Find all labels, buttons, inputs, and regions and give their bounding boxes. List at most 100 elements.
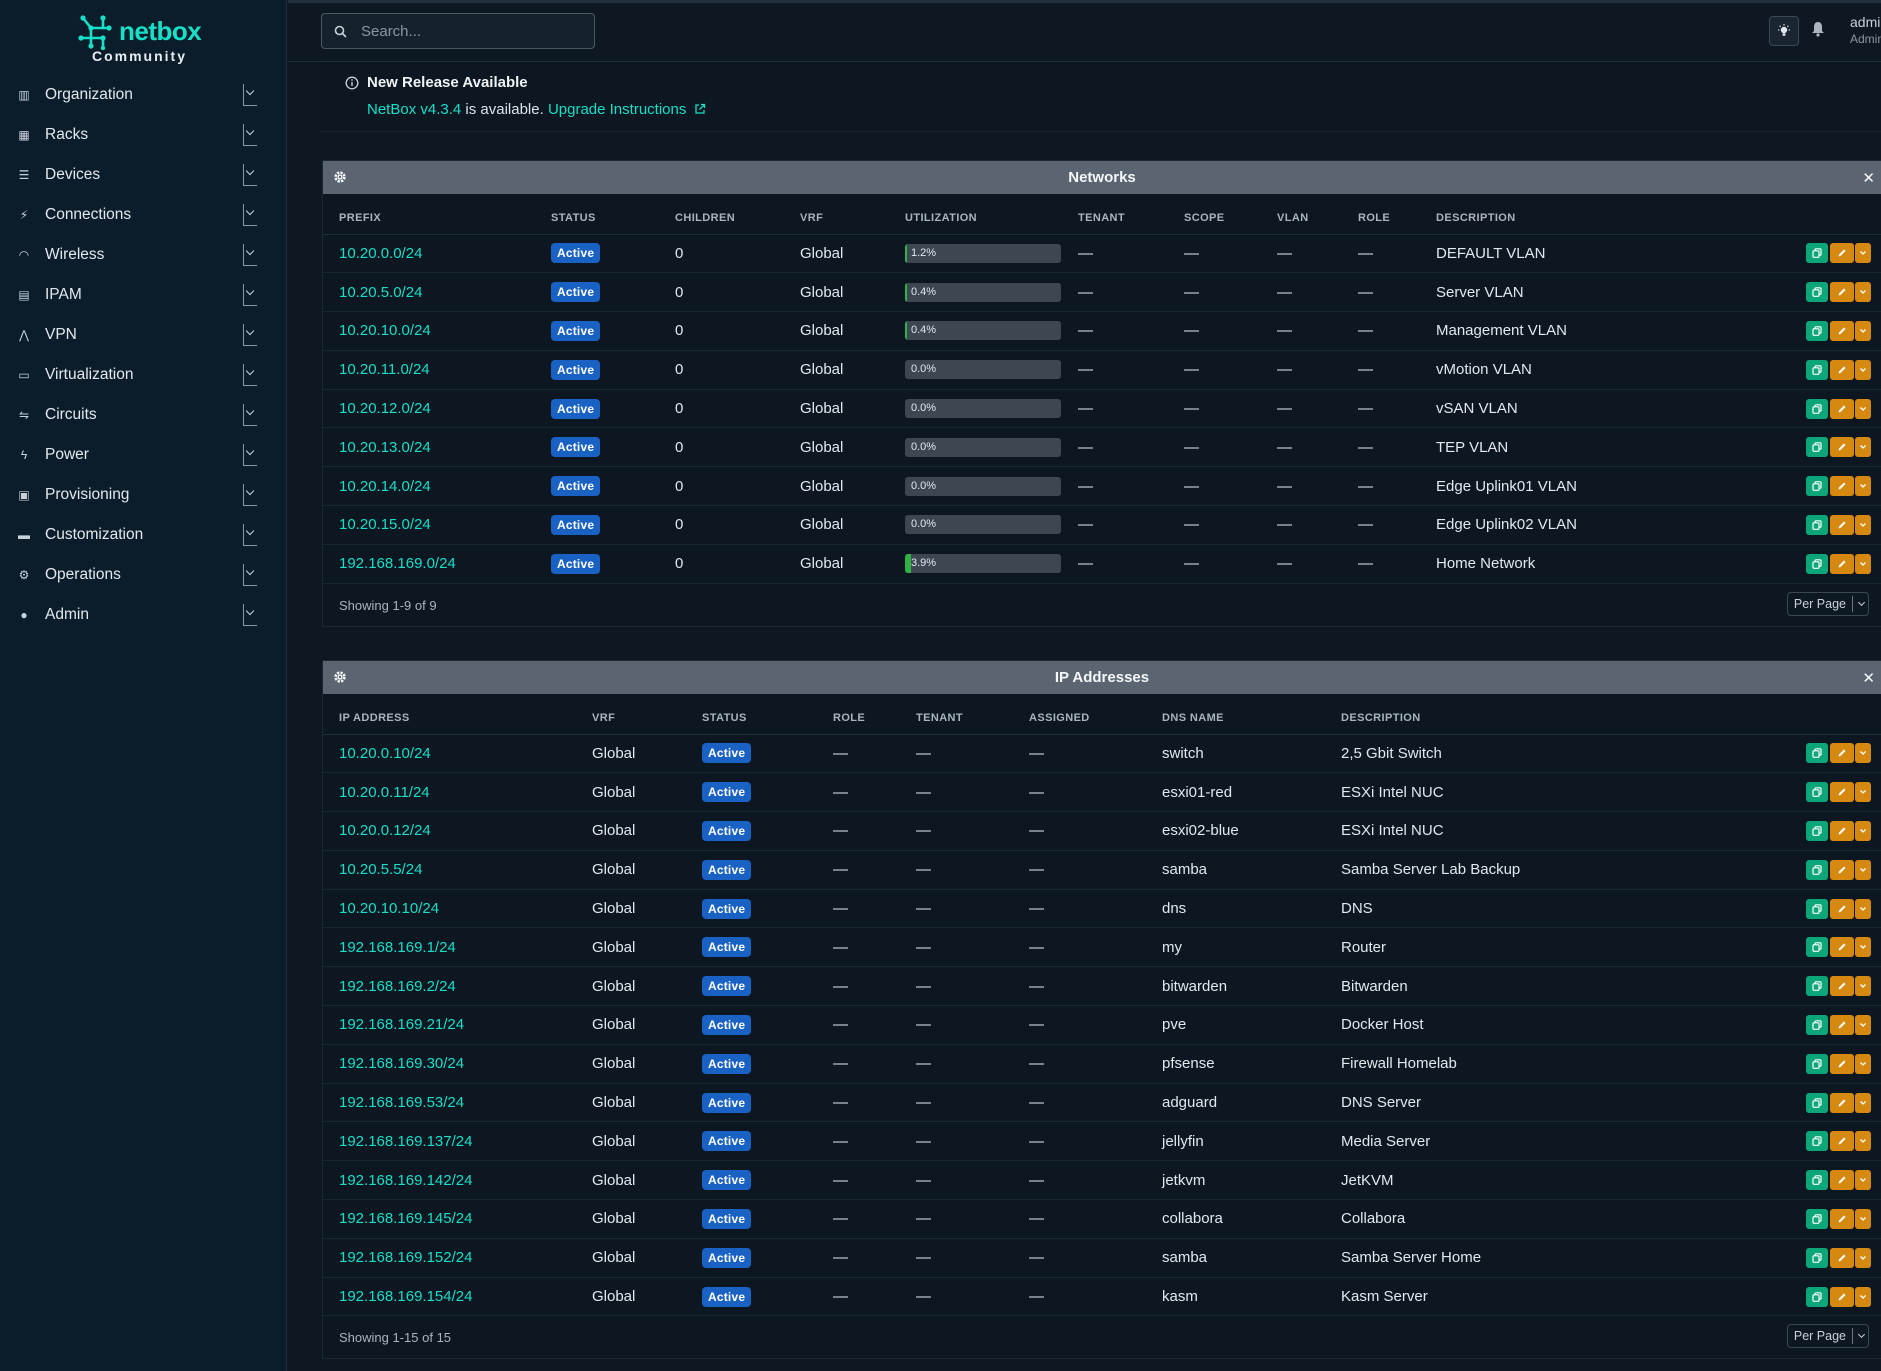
copy-button[interactable] <box>1806 282 1828 303</box>
sidebar-item-customization[interactable]: ▬ Customization <box>0 515 287 555</box>
edit-button[interactable] <box>1830 437 1854 458</box>
ip-address-link[interactable]: 192.168.169.1/24 <box>339 939 456 956</box>
notifications-bell-icon[interactable] <box>1811 21 1825 37</box>
sidebar-item-ipam[interactable]: ▤ IPAM <box>0 275 287 315</box>
ip-address-link[interactable]: 192.168.169.53/24 <box>339 1094 464 1111</box>
edit-button[interactable] <box>1830 282 1854 303</box>
ip-address-link[interactable]: 192.168.169.30/24 <box>339 1055 464 1072</box>
ip-address-link[interactable]: 10.20.0.10/24 <box>339 745 431 762</box>
more-actions-button[interactable] <box>1855 243 1871 264</box>
ip-address-link[interactable]: 192.168.169.137/24 <box>339 1133 472 1150</box>
copy-button[interactable] <box>1806 437 1828 458</box>
more-actions-button[interactable] <box>1855 1286 1871 1307</box>
more-actions-button[interactable] <box>1855 398 1871 419</box>
more-actions-button[interactable] <box>1855 820 1871 841</box>
ip-address-link[interactable]: 10.20.0.12/24 <box>339 822 431 839</box>
sidebar-item-vpn[interactable]: ⋀ VPN <box>0 315 287 355</box>
column-header-role[interactable]: ROLE <box>1358 194 1436 235</box>
ip-address-link[interactable]: 10.20.5.5/24 <box>339 861 422 878</box>
edit-button[interactable] <box>1830 976 1854 997</box>
sidebar-item-racks[interactable]: ▦ Racks <box>0 115 287 155</box>
chevron-down-icon[interactable] <box>243 524 257 546</box>
column-header-description[interactable]: DESCRIPTION <box>1436 194 1766 235</box>
copy-button[interactable] <box>1806 398 1828 419</box>
more-actions-button[interactable] <box>1855 514 1871 535</box>
search-box[interactable] <box>321 13 595 49</box>
column-header-description[interactable]: DESCRIPTION <box>1341 694 1671 735</box>
chevron-down-icon[interactable] <box>243 164 257 186</box>
edit-button[interactable] <box>1830 514 1854 535</box>
copy-button[interactable] <box>1806 359 1828 380</box>
user-menu[interactable]: admi Admin <box>1850 14 1881 48</box>
edit-button[interactable] <box>1830 820 1854 841</box>
networks-per-page-select[interactable]: Per Page <box>1786 591 1869 616</box>
ip-address-link[interactable]: 192.168.169.142/24 <box>339 1172 472 1189</box>
ip-address-link[interactable]: 192.168.169.145/24 <box>339 1210 472 1227</box>
edit-button[interactable] <box>1830 476 1854 497</box>
edit-button[interactable] <box>1830 1170 1854 1191</box>
close-icon[interactable]: ✕ <box>1862 169 1875 187</box>
copy-button[interactable] <box>1806 1247 1828 1268</box>
more-actions-button[interactable] <box>1855 1053 1871 1074</box>
edit-button[interactable] <box>1830 1014 1854 1035</box>
more-actions-button[interactable] <box>1855 1092 1871 1113</box>
edit-button[interactable] <box>1830 1208 1854 1229</box>
more-actions-button[interactable] <box>1855 320 1871 341</box>
chevron-down-icon[interactable] <box>243 324 257 346</box>
column-header-children[interactable]: CHILDREN <box>675 194 800 235</box>
more-actions-button[interactable] <box>1855 859 1871 880</box>
more-actions-button[interactable] <box>1855 359 1871 380</box>
column-header-assigned[interactable]: ASSIGNED <box>1029 694 1162 735</box>
gear-icon[interactable] <box>333 670 347 684</box>
prefix-link[interactable]: 10.20.0.0/24 <box>339 245 422 262</box>
copy-button[interactable] <box>1806 1014 1828 1035</box>
upgrade-instructions-link[interactable]: Upgrade Instructions <box>548 101 706 118</box>
more-actions-button[interactable] <box>1855 1131 1871 1152</box>
chevron-down-icon[interactable] <box>243 284 257 306</box>
prefix-link[interactable]: 192.168.169.0/24 <box>339 555 456 572</box>
copy-button[interactable] <box>1806 1092 1828 1113</box>
edit-button[interactable] <box>1830 398 1854 419</box>
prefix-link[interactable]: 10.20.11.0/24 <box>339 361 430 378</box>
edit-button[interactable] <box>1830 859 1854 880</box>
chevron-down-icon[interactable] <box>243 444 257 466</box>
ip-address-link[interactable]: 192.168.169.152/24 <box>339 1249 472 1266</box>
close-icon[interactable]: ✕ <box>1862 669 1875 687</box>
ip-address-link[interactable]: 192.168.169.21/24 <box>339 1016 464 1033</box>
chevron-down-icon[interactable] <box>243 604 257 626</box>
copy-button[interactable] <box>1806 743 1828 764</box>
chevron-down-icon[interactable] <box>243 84 257 106</box>
copy-button[interactable] <box>1806 820 1828 841</box>
sidebar-item-organization[interactable]: ▥ Organization <box>0 75 287 115</box>
release-version-link[interactable]: NetBox v4.3.4 <box>367 101 461 118</box>
copy-button[interactable] <box>1806 514 1828 535</box>
column-header-tenant[interactable]: TENANT <box>916 694 1029 735</box>
column-header-ip-address[interactable]: IP ADDRESS <box>323 694 592 735</box>
ip-addresses-per-page-select[interactable]: Per Page <box>1786 1324 1869 1349</box>
edit-button[interactable] <box>1830 553 1854 574</box>
sidebar-item-provisioning[interactable]: ▣ Provisioning <box>0 475 287 515</box>
edit-button[interactable] <box>1830 1247 1854 1268</box>
chevron-down-icon[interactable] <box>243 204 257 226</box>
search-input[interactable] <box>361 22 581 40</box>
copy-button[interactable] <box>1806 553 1828 574</box>
column-header-status[interactable]: STATUS <box>702 694 833 735</box>
edit-button[interactable] <box>1830 320 1854 341</box>
more-actions-button[interactable] <box>1855 1247 1871 1268</box>
chevron-down-icon[interactable] <box>243 484 257 506</box>
ip-address-link[interactable]: 10.20.0.11/24 <box>339 784 430 801</box>
sidebar-item-connections[interactable]: ⚡ Connections <box>0 195 287 235</box>
edit-button[interactable] <box>1830 1053 1854 1074</box>
sidebar-item-power[interactable]: ϟ Power <box>0 435 287 475</box>
column-header-scope[interactable]: SCOPE <box>1184 194 1277 235</box>
copy-button[interactable] <box>1806 320 1828 341</box>
copy-button[interactable] <box>1806 1053 1828 1074</box>
copy-button[interactable] <box>1806 859 1828 880</box>
edit-button[interactable] <box>1830 782 1854 803</box>
copy-button[interactable] <box>1806 476 1828 497</box>
more-actions-button[interactable] <box>1855 553 1871 574</box>
column-header-tenant[interactable]: TENANT <box>1078 194 1184 235</box>
edit-button[interactable] <box>1830 1286 1854 1307</box>
ip-address-link[interactable]: 192.168.169.2/24 <box>339 978 456 995</box>
ip-address-link[interactable]: 192.168.169.154/24 <box>339 1288 472 1305</box>
